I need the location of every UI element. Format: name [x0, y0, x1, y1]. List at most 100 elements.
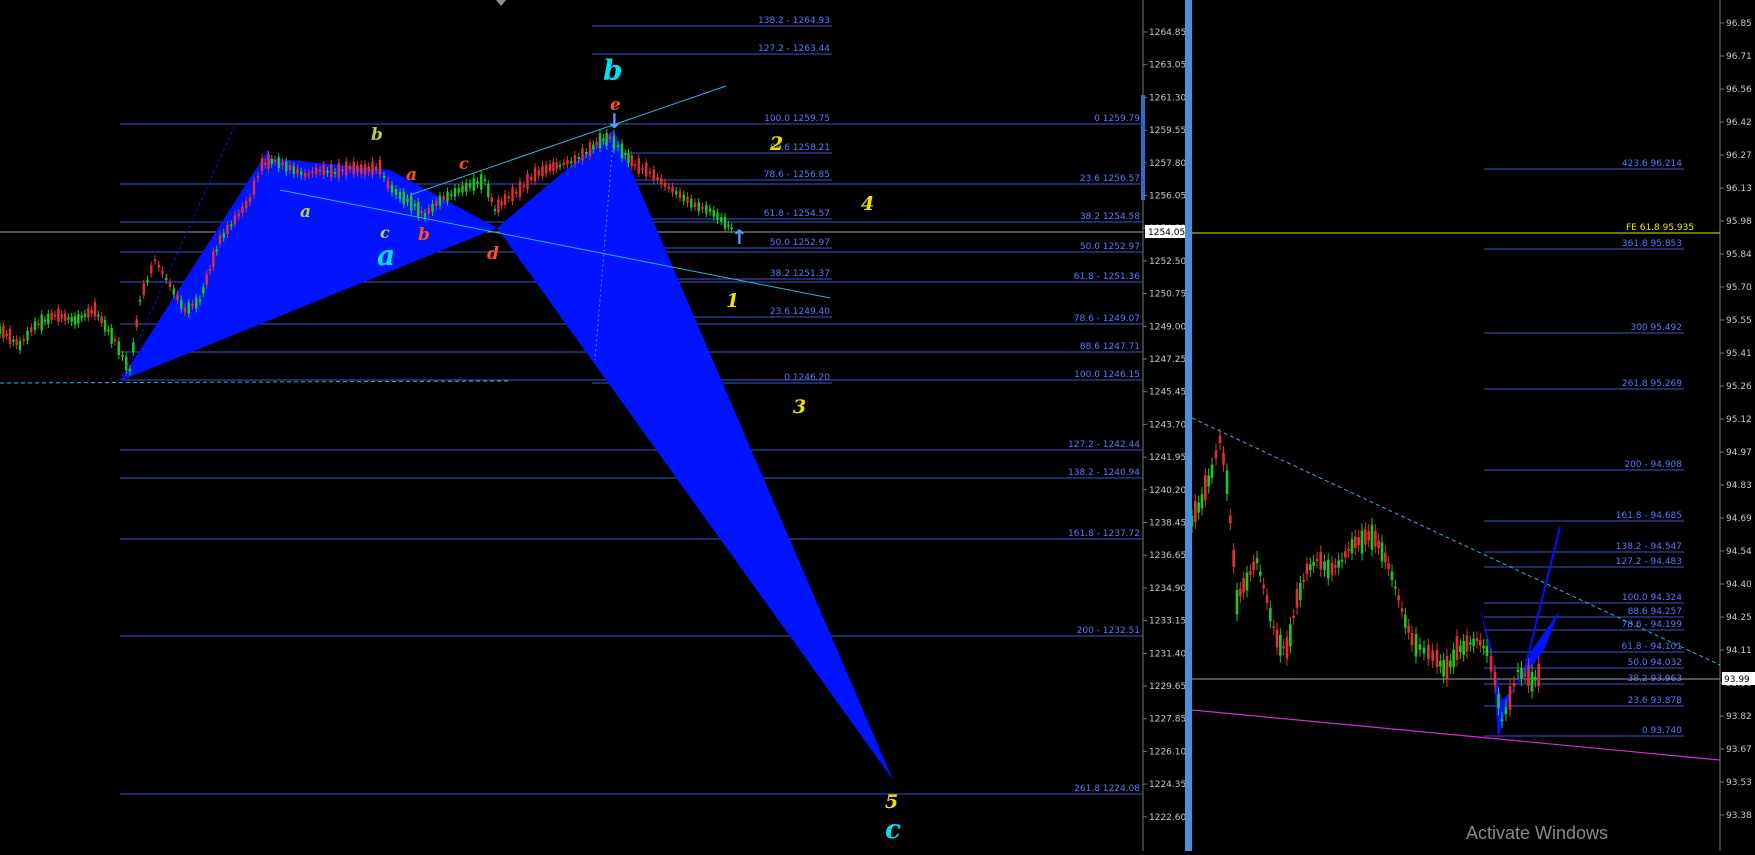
- candle: [573, 155, 577, 164]
- candle: [285, 161, 288, 172]
- candle: [1197, 502, 1200, 513]
- candle: [1232, 550, 1235, 567]
- candle: [292, 166, 295, 174]
- candle: [1214, 450, 1218, 459]
- candle: [530, 177, 533, 181]
- wave-label-sub-e: e: [610, 95, 621, 115]
- candle: [453, 188, 457, 197]
- pane-divider[interactable]: [1185, 0, 1192, 851]
- activate-windows-watermark: Activate Windows: [1466, 823, 1609, 843]
- main-chart-svg[interactable]: 138.2 - 1264.93 127.2 - 1263.44 100.0 1259…: [0, 0, 1186, 851]
- candle: [660, 178, 663, 185]
- candle: [1218, 435, 1222, 443]
- candle: [712, 210, 715, 217]
- candle: [322, 164, 325, 175]
- candle: [1435, 649, 1439, 668]
- fib-label: 138.2 - 1264.93: [758, 16, 830, 26]
- candle: [300, 171, 303, 176]
- candle: [1452, 649, 1455, 668]
- candle: [1295, 589, 1299, 608]
- candle: [602, 138, 605, 141]
- candle: [690, 198, 693, 208]
- candle: [80, 315, 83, 319]
- candle: [1282, 646, 1285, 649]
- axis-tick-label: 95.41: [1726, 349, 1752, 359]
- candle: [326, 170, 329, 173]
- candle: [541, 165, 544, 177]
- axis-tick-label: 1250.75: [1149, 290, 1185, 300]
- axis-tick-label: 1247.25: [1149, 355, 1185, 365]
- candle: [431, 203, 434, 212]
- candle: [125, 356, 128, 371]
- candle: [18, 340, 22, 351]
- axis-tick-label: 96.42: [1726, 118, 1752, 128]
- candle: [723, 216, 727, 229]
- candle: [1482, 645, 1485, 649]
- candle: [490, 197, 493, 203]
- candle: [402, 191, 405, 205]
- fib-label: 261.8 1224.08: [1074, 784, 1140, 794]
- fib-label: 100.0 1246.15: [1074, 370, 1140, 380]
- main-chart-pane[interactable]: 138.2 - 1264.93 127.2 - 1263.44 100.0 1259…: [0, 0, 1186, 851]
- candle: [264, 162, 267, 165]
- candle: [420, 211, 423, 214]
- secondary-chart-svg[interactable]: 423.6 96.214 361.8 95.853 300 95.492 261.8 …: [1190, 0, 1755, 851]
- candle: [1493, 671, 1497, 686]
- candle: [1410, 632, 1414, 645]
- axis-tick-label: 94.40: [1726, 580, 1752, 590]
- candle: [360, 164, 363, 174]
- candle: [537, 170, 540, 176]
- candle: [406, 198, 409, 203]
- candle: [577, 157, 580, 160]
- candle: [438, 195, 442, 206]
- candle: [500, 200, 503, 206]
- candle: [1292, 615, 1295, 618]
- candle: [150, 265, 153, 274]
- candle: [548, 164, 552, 172]
- candle: [103, 319, 107, 332]
- candle: [1350, 539, 1354, 554]
- candle: [57, 308, 60, 322]
- candle: [1194, 500, 1197, 523]
- candle: [165, 277, 168, 280]
- wave-label-3: 3: [793, 396, 806, 418]
- candle: [693, 202, 697, 208]
- candle: [605, 132, 608, 146]
- candle: [648, 171, 652, 174]
- candle: [1262, 584, 1265, 589]
- candle: [394, 189, 398, 195]
- candle: [678, 191, 682, 199]
- fib-label: 138.2 - 94.547: [1616, 542, 1682, 552]
- candle: [330, 164, 333, 178]
- candle: [97, 314, 100, 317]
- candle: [212, 251, 215, 267]
- candle: [1334, 565, 1337, 568]
- candle: [348, 165, 352, 170]
- wave-label-major-a: a: [377, 239, 395, 272]
- candle: [588, 142, 592, 157]
- candle: [1354, 536, 1357, 549]
- axis-tick-label: 1236.65: [1149, 551, 1185, 561]
- candle: [241, 206, 244, 213]
- candle: [1330, 563, 1334, 575]
- candle: [1537, 663, 1540, 686]
- fib-label: 200 - 94.908: [1624, 460, 1682, 470]
- candle: [1229, 515, 1232, 524]
- axis-tick-label: 95.26: [1726, 382, 1752, 392]
- candle: [356, 165, 359, 173]
- secondary-chart-pane[interactable]: 423.6 96.214 361.8 95.853 300 95.492 261.8 …: [1190, 0, 1755, 851]
- candle: [468, 182, 472, 188]
- candle: [555, 162, 558, 169]
- candle: [1210, 464, 1214, 478]
- candle: [1235, 589, 1239, 615]
- fib-label: 423.6 96.214: [1622, 159, 1682, 169]
- candle: [311, 171, 314, 174]
- candle: [708, 208, 712, 212]
- candle: [222, 232, 225, 238]
- candle: [1418, 644, 1422, 650]
- axis-tick-label: 1234.90: [1149, 584, 1185, 594]
- candle: [442, 196, 445, 200]
- candle: [63, 313, 67, 321]
- candle: [168, 282, 172, 287]
- candle: [1445, 655, 1449, 680]
